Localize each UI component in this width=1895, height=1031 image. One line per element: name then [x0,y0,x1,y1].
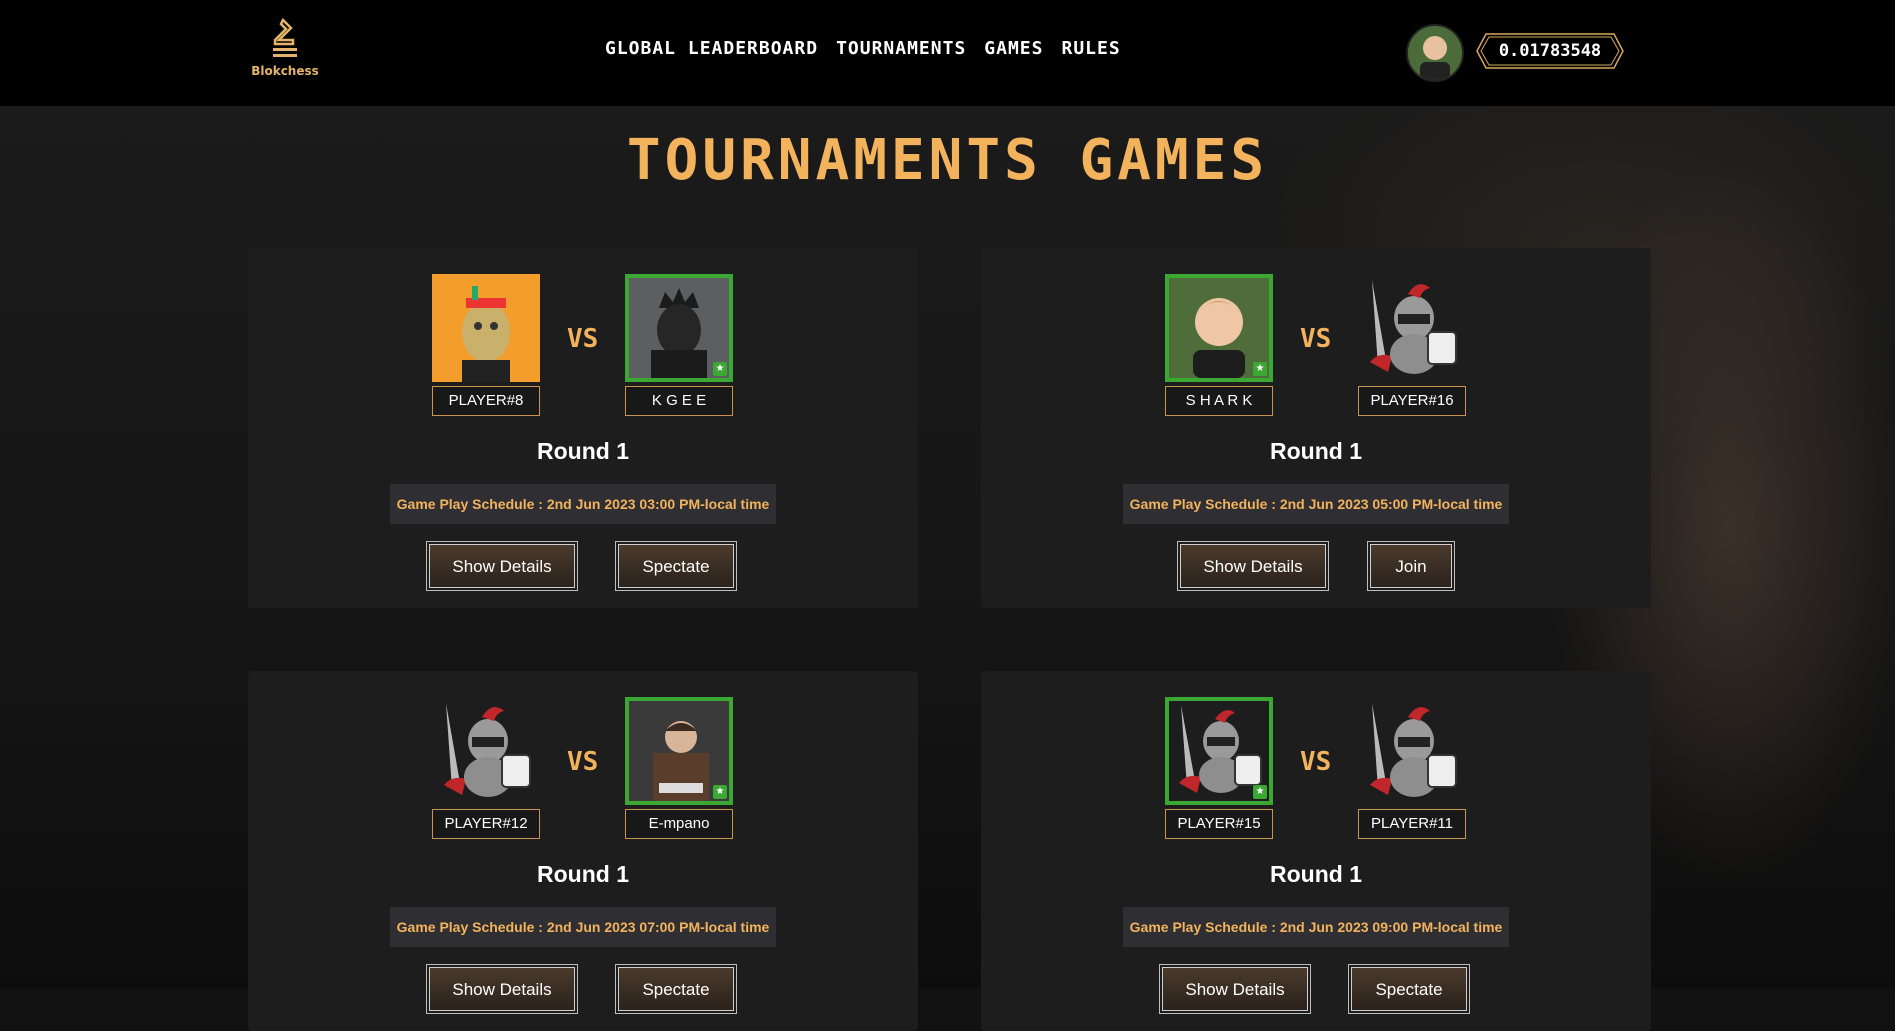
trophy-icon: ★ [1253,362,1267,376]
spectate-button[interactable]: Spectate [616,965,736,1013]
vs-label: VS [1300,747,1332,777]
player-avatar[interactable] [432,274,540,382]
knight-logo-icon [273,18,297,57]
player-one: PLAYER#12 [432,697,540,839]
player-avatar[interactable] [1358,274,1466,382]
player-avatar-winner[interactable]: ★ [1165,274,1273,382]
game-card: PLAYER#8 VS ★ K G E E Round 1 Game Play … [248,248,918,608]
round-label: Round 1 [537,861,629,887]
trophy-icon: ★ [1253,785,1267,799]
vs-label: VS [1300,324,1332,354]
player-name: PLAYER#16 [1358,386,1466,416]
show-details-button[interactable]: Show Details [427,542,577,590]
player-name: PLAYER#15 [1165,809,1273,839]
main-nav: GLOBAL LEADERBOARD TOURNAMENTS GAMES RUL… [605,38,1121,59]
round-label: Round 1 [1270,438,1362,464]
show-details-button[interactable]: Show Details [1178,542,1328,590]
vs-label: VS [567,324,599,354]
player-one: ★ PLAYER#15 [1165,697,1273,839]
player-name: S H A R K [1165,386,1273,416]
player-avatar-winner[interactable]: ★ [1165,697,1273,805]
site-logo[interactable]: Blokchess [250,18,320,78]
vs-label: VS [567,747,599,777]
top-navbar: Blokchess GLOBAL LEADERBOARD TOURNAMENTS… [0,0,1895,106]
nav-global-leaderboard[interactable]: GLOBAL LEADERBOARD [605,38,818,59]
player-one: ★ S H A R K [1165,274,1273,416]
logo-text: Blokchess [251,64,319,78]
player-name: PLAYER#12 [432,809,540,839]
round-label: Round 1 [1270,861,1362,887]
join-button[interactable]: Join [1368,542,1454,590]
player-two: ★ E-mpano [625,697,733,839]
show-details-button[interactable]: Show Details [1160,965,1310,1013]
game-card: ★ PLAYER#15 VS PLAYER#11 Round 1 Game Pl… [981,671,1651,1031]
game-schedule: Game Play Schedule : 2nd Jun 2023 09:00 … [1123,907,1509,947]
balance-value: 0.01783548 [1498,41,1602,61]
spectate-button[interactable]: Spectate [1349,965,1469,1013]
player-two: ★ K G E E [625,274,733,416]
show-details-button[interactable]: Show Details [427,965,577,1013]
user-avatar[interactable] [1406,24,1464,82]
game-card: PLAYER#12 VS ★ E-mpano Round 1 Game Play… [248,671,918,1031]
player-two: PLAYER#11 [1358,697,1466,839]
player-name: PLAYER#11 [1358,809,1466,839]
player-avatar[interactable] [1358,697,1466,805]
player-two: PLAYER#16 [1358,274,1466,416]
user-avatar-image [1408,26,1462,80]
player-name: K G E E [625,386,733,416]
player-name: PLAYER#8 [432,386,540,416]
game-schedule: Game Play Schedule : 2nd Jun 2023 03:00 … [390,484,776,524]
nav-tournaments[interactable]: TOURNAMENTS [836,38,966,59]
page-title: TOURNAMENTS GAMES [626,128,1269,193]
trophy-icon: ★ [713,362,727,376]
game-schedule: Game Play Schedule : 2nd Jun 2023 05:00 … [1123,484,1509,524]
player-avatar[interactable] [432,697,540,805]
wallet-balance[interactable]: 0.01783548 [1476,33,1624,69]
game-schedule: Game Play Schedule : 2nd Jun 2023 07:00 … [390,907,776,947]
player-avatar-winner[interactable]: ★ [625,697,733,805]
player-name: E-mpano [625,809,733,839]
player-avatar-winner[interactable]: ★ [625,274,733,382]
spectate-button[interactable]: Spectate [616,542,736,590]
nav-rules[interactable]: RULES [1061,38,1120,59]
nav-games[interactable]: GAMES [984,38,1043,59]
trophy-icon: ★ [713,785,727,799]
round-label: Round 1 [537,438,629,464]
player-one: PLAYER#8 [432,274,540,416]
game-card: ★ S H A R K VS PLAYER#16 Round 1 Game Pl… [981,248,1651,608]
